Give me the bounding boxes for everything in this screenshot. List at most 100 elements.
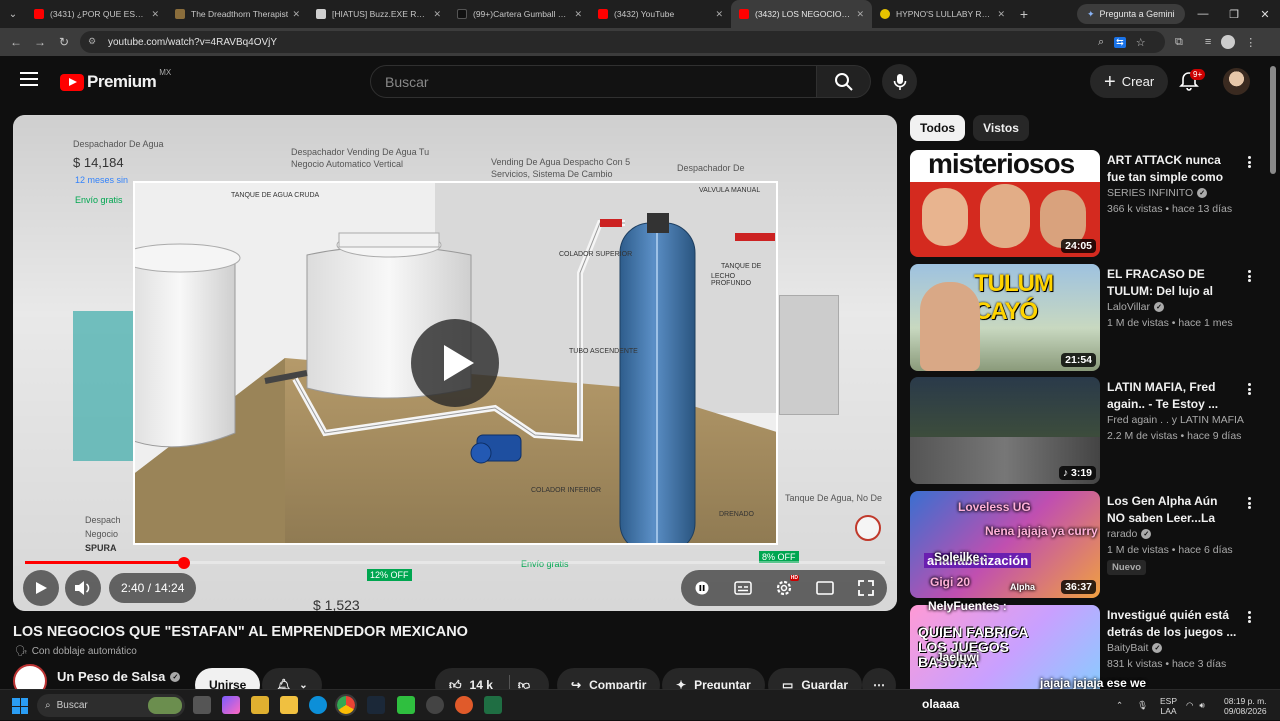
theater-mode-button[interactable]	[812, 575, 838, 601]
tab-search-icon[interactable]: ⌄	[0, 0, 26, 28]
firefox-icon[interactable]	[455, 696, 473, 714]
close-window-icon[interactable]: ✕	[1250, 0, 1280, 28]
app-icon[interactable]	[397, 696, 415, 714]
back-icon[interactable]: ←	[4, 35, 28, 49]
volume-button[interactable]	[65, 570, 101, 606]
more-options-icon[interactable]	[1244, 381, 1254, 397]
github-icon[interactable]	[426, 696, 444, 714]
recommendation-item[interactable]: ♪ 3:19 LATIN MAFIA, Fred again.. - Te Es…	[910, 377, 1260, 484]
edge-icon[interactable]	[309, 696, 327, 714]
recommendation-channel[interactable]: LaloVillar ✓	[1107, 301, 1164, 313]
menu-icon[interactable]	[20, 72, 38, 86]
browser-toolbar: ← → ↻ ⚙ youtube.com/watch?v=4RAVBq4OVjY …	[0, 28, 1280, 56]
extensions-icon[interactable]: ⧉	[1175, 36, 1183, 49]
recommendation-item[interactable]: misteriosos 24:05 ART ATTACK nunca fue t…	[910, 150, 1260, 257]
recommendation-channel[interactable]: SERIES INFINITO ✓	[1107, 187, 1208, 199]
site-info-icon[interactable]: ⚙	[88, 36, 100, 48]
recommendation-item[interactable]: TULUM CAYÓ 21:54 EL FRACASO DE TULUM: De…	[910, 264, 1260, 371]
account-avatar[interactable]	[1223, 68, 1250, 95]
reload-icon[interactable]: ↻	[52, 35, 76, 49]
address-bar[interactable]: ⚙ youtube.com/watch?v=4RAVBq4OVjY	[80, 31, 1165, 53]
taskbar-search[interactable]: ⌕ Buscar	[37, 694, 185, 717]
recommendation-channel[interactable]: rarado ✓	[1107, 528, 1152, 540]
browser-menu-icon[interactable]: ⋮	[1245, 36, 1256, 49]
clock[interactable]: 08:19 p. m. 09/08/2026	[1224, 690, 1267, 721]
copilot-icon[interactable]	[222, 696, 240, 714]
store-icon[interactable]	[251, 696, 269, 714]
video-thumbnail[interactable]: ♪ 3:19	[910, 377, 1100, 484]
steam-icon[interactable]	[367, 696, 385, 714]
voice-search-button[interactable]	[882, 64, 917, 99]
verified-icon: ✓	[1141, 529, 1152, 539]
search-button[interactable]	[817, 65, 871, 98]
subtitles-button[interactable]	[730, 575, 756, 601]
recommendation-title[interactable]: Investigué quién está detrás de los jueg…	[1107, 607, 1237, 641]
recommendation-channel[interactable]: Fred again . . y LATIN MAFIA	[1107, 414, 1244, 426]
close-tab-icon[interactable]: ✕	[856, 9, 864, 20]
language-indicator[interactable]: ESP LAA	[1160, 690, 1177, 721]
search-icon	[834, 72, 853, 91]
browser-tab[interactable]: (99+)Cartera Gumball dob ✕	[449, 0, 590, 28]
speaker-icon[interactable]: 🔊︎	[1199, 700, 1204, 711]
scrubber-handle[interactable]	[178, 556, 191, 569]
recommendation-channel[interactable]: BaityBait ✓	[1107, 642, 1163, 654]
video-player[interactable]: Despachador De Agua $ 14,184 12 meses si…	[13, 115, 897, 611]
browser-tab[interactable]: The Dreadthorn Therapist ✕	[167, 0, 308, 28]
excel-icon[interactable]	[484, 696, 502, 714]
file-explorer-icon[interactable]	[280, 696, 298, 714]
tray-chevron-up-icon[interactable]: ⌃	[1116, 700, 1123, 711]
browser-tab-active[interactable]: (3432) LOS NEGOCIOS QUE ✕	[731, 0, 872, 28]
close-tab-icon[interactable]: ✕	[433, 9, 441, 20]
center-play-button[interactable]	[411, 319, 499, 407]
restore-icon[interactable]: ❐	[1219, 0, 1249, 28]
more-options-icon[interactable]	[1244, 154, 1254, 170]
close-tab-icon[interactable]: ✕	[292, 9, 300, 20]
channel-name[interactable]: Un Peso de Salsa ✓	[57, 669, 181, 684]
browser-tab[interactable]: HYPNO'S LULLABY REBOO ✕	[872, 0, 1013, 28]
chip-watched[interactable]: Vistos	[973, 115, 1029, 141]
gemini-label: Pregunta a Gemini	[1099, 9, 1175, 19]
browser-tab[interactable]: (3432) YouTube ✕	[590, 0, 731, 28]
progress-bar[interactable]	[25, 556, 885, 569]
bookmark-star-icon[interactable]: ☆	[1136, 36, 1146, 49]
autoplay-toggle[interactable]	[689, 575, 715, 601]
recommendation-title[interactable]: LATIN MAFIA, Fred again.. - Te Estoy ...	[1107, 379, 1237, 413]
video-thumbnail[interactable]: TULUM CAYÓ 21:54	[910, 264, 1100, 371]
wifi-icon[interactable]: ◠	[1186, 700, 1193, 711]
page-scrollbar[interactable]	[1270, 66, 1276, 174]
more-options-icon[interactable]	[1244, 495, 1254, 511]
translate-icon[interactable]: ⇆	[1114, 36, 1126, 48]
profile-icon[interactable]	[1221, 35, 1236, 49]
settings-button[interactable]: HD	[771, 575, 799, 601]
minimize-icon[interactable]: —	[1188, 0, 1218, 28]
video-thumbnail[interactable]: misteriosos 24:05	[910, 150, 1100, 257]
zoom-icon[interactable]: ⌕	[1098, 36, 1104, 49]
close-tab-icon[interactable]: ✕	[997, 9, 1005, 20]
close-tab-icon[interactable]: ✕	[715, 9, 723, 20]
fullscreen-button[interactable]	[853, 575, 879, 601]
chrome-icon[interactable]	[335, 694, 357, 716]
forward-icon[interactable]: →	[28, 35, 52, 49]
gemini-button[interactable]: ✦ Pregunta a Gemini	[1077, 4, 1185, 24]
tray-mic-icon[interactable]: 🎙︎	[1137, 700, 1148, 711]
more-options-icon[interactable]	[1244, 609, 1254, 625]
chip-all[interactable]: Todos	[910, 115, 966, 141]
new-tab-button[interactable]: +	[1013, 6, 1035, 22]
windows-start-icon[interactable]	[12, 698, 28, 714]
create-button[interactable]: + Crear	[1090, 65, 1169, 98]
recommendation-title[interactable]: Los Gen Alpha Aún NO saben Leer...La PEO…	[1107, 493, 1237, 527]
recommendation-title[interactable]: EL FRACASO DE TULUM: Del lujo al abandon…	[1107, 266, 1237, 300]
channel-watermark[interactable]	[855, 515, 881, 541]
task-view-icon[interactable]	[193, 696, 211, 714]
youtube-premium-logo[interactable]: Premium MX	[60, 68, 171, 92]
browser-tab[interactable]: (3431) ¿POR QUE ESTE TAN ✕	[26, 0, 167, 28]
close-tab-icon[interactable]: ✕	[151, 9, 159, 20]
more-options-icon[interactable]	[1244, 268, 1254, 284]
reading-list-icon[interactable]: ≡	[1205, 36, 1211, 48]
close-tab-icon[interactable]: ✕	[574, 9, 582, 20]
recommendation-title[interactable]: ART ATTACK nunca fue tan simple como par…	[1107, 152, 1237, 186]
play-button[interactable]	[23, 570, 59, 606]
browser-tab[interactable]: [HIATUS] Buzz.EXE Remake ✕	[308, 0, 449, 28]
search-input[interactable]: Buscar	[370, 65, 817, 98]
video-duration: 21:54	[1061, 353, 1096, 367]
